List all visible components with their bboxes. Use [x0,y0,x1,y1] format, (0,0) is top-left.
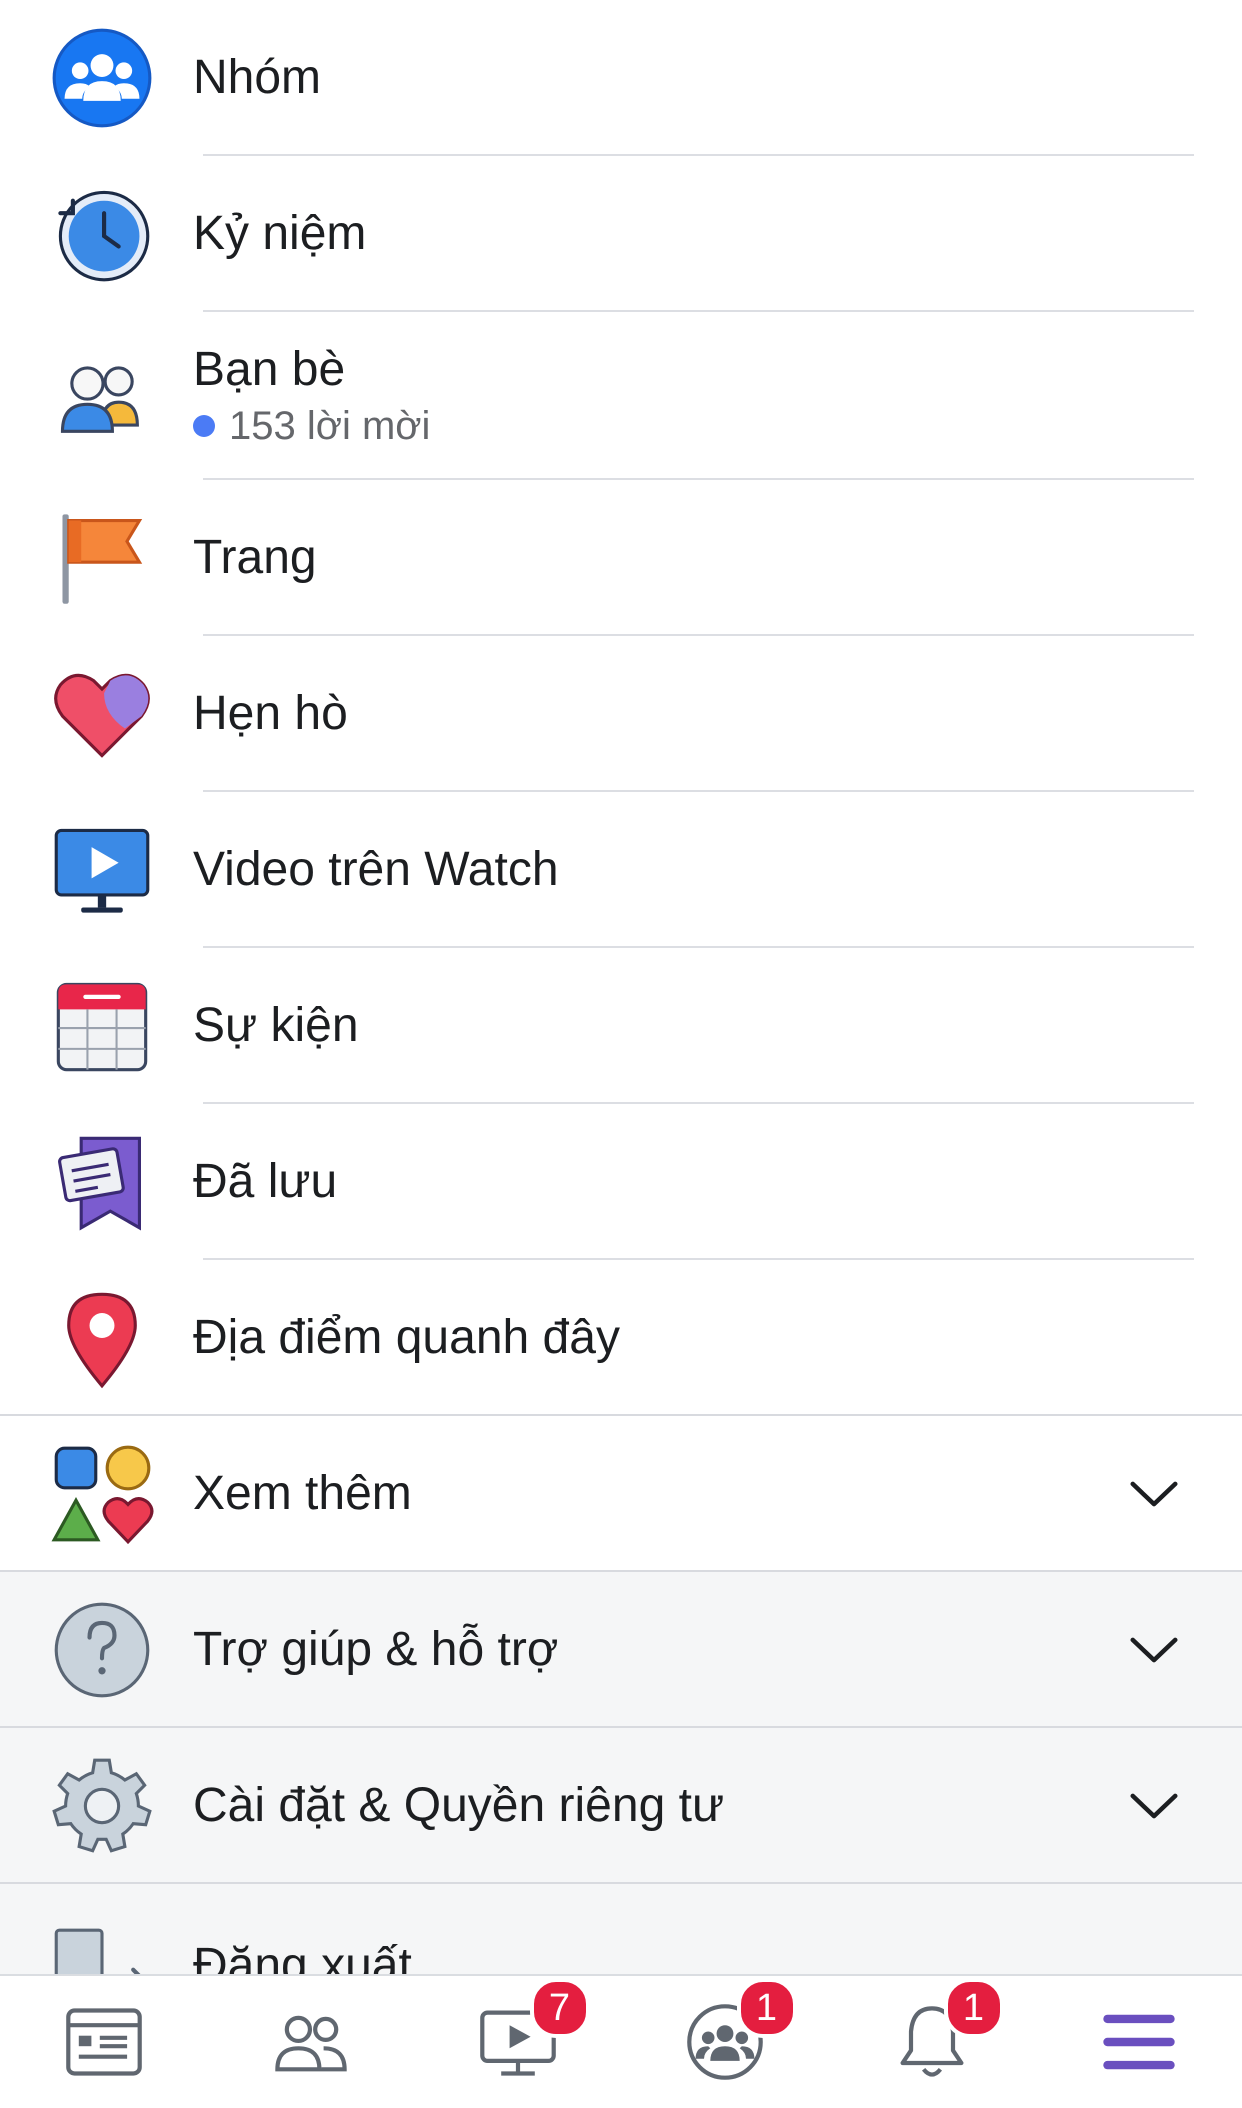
chevron-down-icon[interactable] [1126,1778,1182,1834]
friends-icon [50,344,154,448]
watch-video-icon [50,818,154,922]
unread-dot [193,415,215,437]
menu-item-label: Kỷ niệm [193,207,367,260]
menu-item-help-support[interactable]: Trợ giúp & hỗ trợ [0,1572,1242,1728]
menu-item-see-more[interactable]: Xem thêm [0,1416,1242,1572]
chevron-down-icon[interactable] [1126,1622,1182,1678]
menu-item-label: Video trên Watch [193,843,559,896]
watch-badge: 7 [529,1978,590,2038]
menu-item-label: Bạn bè [193,343,346,396]
shapes-icon [50,1442,154,1546]
flag-icon [50,506,154,610]
menu-item-label: Đã lưu [193,1155,338,1208]
menu-item-label: Cài đặt & Quyền riêng tư [193,1779,725,1832]
tab-notifications[interactable]: 1 [882,1978,1004,2092]
menu-item-label: Nhóm [193,51,322,104]
menu-item-label: Địa điểm quanh đây [193,1311,620,1364]
menu-item-label: Xem thêm [193,1467,412,1520]
menu-item-friends[interactable]: Bạn bè 153 lời mời [0,312,1242,480]
groups-badge: 1 [736,1978,797,2038]
tab-friends[interactable] [261,1992,361,2092]
tab-news-feed[interactable] [54,1992,154,2092]
main-menu: Nhóm Kỷ niệm Bạn bè 153 lời mời Trang Hẹ… [0,0,1242,2024]
menu-item-pages[interactable]: Trang [0,480,1242,636]
menu-item-watch[interactable]: Video trên Watch [0,792,1242,948]
tab-watch[interactable]: 7 [468,1978,590,2092]
groups-icon [50,26,154,130]
menu-item-label: Hẹn hò [193,687,348,740]
tab-groups[interactable]: 1 [675,1978,797,2092]
menu-item-events[interactable]: Sự kiện [0,948,1242,1104]
bookmark-icon [50,1130,154,1234]
menu-item-dating[interactable]: Hẹn hò [0,636,1242,792]
memories-clock-icon [50,182,154,286]
calendar-icon [50,974,154,1078]
menu-item-groups[interactable]: Nhóm [0,0,1242,156]
news-feed-icon [65,2008,142,2076]
menu-item-memories[interactable]: Kỷ niệm [0,156,1242,312]
help-question-icon [50,1598,154,1702]
chevron-down-icon[interactable] [1126,1466,1182,1522]
menu-item-label: Trang [193,531,317,584]
menu-item-settings-privacy[interactable]: Cài đặt & Quyền riêng tư [0,1728,1242,1884]
friend-requests-count: 153 lời mời [193,402,430,450]
dating-heart-icon [50,662,154,766]
hamburger-menu-icon [1102,2014,1175,2070]
notifications-badge: 1 [943,1978,1004,2038]
tab-menu[interactable] [1089,1992,1189,2092]
friends-tab-icon [274,2015,347,2072]
menu-item-label: Trợ giúp & hỗ trợ [193,1623,559,1676]
menu-item-saved[interactable]: Đã lưu [0,1104,1242,1260]
menu-item-label: Sự kiện [193,999,359,1052]
gear-icon [50,1754,154,1858]
bottom-tab-bar: 7 1 1 [0,1974,1242,2108]
location-pin-icon [50,1286,154,1390]
menu-item-nearby-places[interactable]: Địa điểm quanh đây [0,1260,1242,1416]
